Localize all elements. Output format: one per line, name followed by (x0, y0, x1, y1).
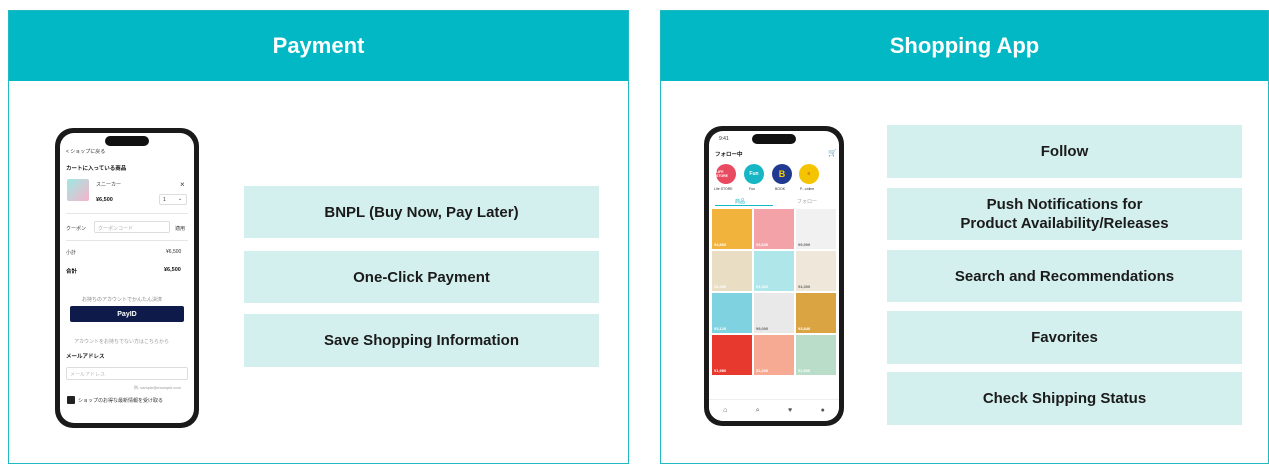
divider (66, 213, 188, 214)
back-link[interactable]: < ショップに戻る (66, 148, 105, 155)
subtotal-value: ¥6,500 (166, 249, 182, 255)
shopping-panel: Shopping App 9:41 フォロー中 🛒 LIFE STORE Fun… (660, 10, 1269, 464)
shopping-phone-screen: 9:41 フォロー中 🛒 LIFE STORE Fun B ≡ Life STO… (709, 131, 839, 421)
email-hint: 例: sample@example.com (134, 385, 181, 390)
store-caption: BOOK (775, 187, 786, 191)
item-price: ¥6,500 (96, 197, 113, 203)
store-avatar-book[interactable]: B (772, 164, 792, 184)
feature-favorites: Favorites (887, 311, 1242, 364)
subtotal-label: 小計 (66, 250, 77, 256)
divider (66, 240, 188, 241)
checkbox-label: ショップのお得な最新情報を受け取る (78, 398, 164, 404)
payment-phone-screen: < ショップに戻る カートに入っている商品 スニーカー × ¥6,500 1 ⌄… (60, 133, 194, 423)
email-label: メールアドレス (66, 354, 105, 360)
payid-caption: お持ちのアカウントでかんたん決済 (82, 297, 163, 303)
payment-phone-mockup: < ショップに戻る カートに入っている商品 スニーカー × ¥6,500 1 ⌄… (55, 128, 199, 428)
phone-notch (752, 134, 796, 144)
store-avatar-online[interactable]: ≡ (799, 164, 819, 184)
product-tile[interactable]: ¥3,620 (754, 209, 794, 249)
coupon-apply-button[interactable]: 適用 (175, 225, 185, 232)
payment-panel: Payment < ショップに戻る カートに入っている商品 スニーカー × ¥6… (8, 10, 629, 464)
product-tile[interactable]: ¥4,800 (712, 209, 752, 249)
remove-icon[interactable]: × (180, 180, 185, 189)
search-icon[interactable]: ⌕ (756, 407, 760, 415)
phone-notch (105, 136, 149, 146)
feature-one-click-payment: One-Click Payment (244, 251, 599, 303)
store-caption: Life STORE (714, 187, 733, 191)
product-tile[interactable]: ¥3,120 (712, 293, 752, 333)
feature-search-recommendations: Search and Recommendations (887, 250, 1242, 302)
coupon-placeholder: クーポンコード (98, 226, 134, 232)
product-tile[interactable]: ¥1,500 (796, 335, 836, 375)
following-header: フォロー中 (715, 152, 743, 158)
tab-products[interactable]: 商品 (735, 198, 745, 205)
store-avatar-fun[interactable]: Fun (744, 164, 764, 184)
payment-title: Payment (9, 11, 628, 81)
cart-title: カートに入っている商品 (66, 166, 127, 172)
product-tile[interactable]: ¥3,840 (796, 293, 836, 333)
feature-push-notifications: Push Notifications for Product Availabil… (887, 188, 1242, 240)
shopping-phone-mockup: 9:41 フォロー中 🛒 LIFE STORE Fun B ≡ Life STO… (704, 126, 844, 426)
store-caption: P...online (800, 187, 815, 191)
bottom-tab-bar: ⌂ ⌕ ♥ ● (709, 399, 839, 421)
coupon-label: クーポン (66, 226, 87, 232)
item-name: スニーカー (96, 182, 122, 188)
product-image (67, 179, 89, 201)
shopping-title: Shopping App (661, 11, 1268, 81)
chevron-down-icon: ⌄ (178, 196, 183, 202)
feature-save-shopping-info: Save Shopping Information (244, 314, 599, 367)
product-grid: ¥4,800 ¥3,620 ¥9,900 ¥4,200 ¥1,520 ¥4,30… (712, 209, 836, 375)
email-placeholder: メールアドレス (70, 372, 106, 378)
quantity-value: 1 (163, 197, 166, 203)
tab-following[interactable]: フォロー (797, 198, 817, 205)
feature-bnpl: BNPL (Buy Now, Pay Later) (244, 186, 599, 238)
feature-check-shipping-status: Check Shipping Status (887, 372, 1242, 425)
heart-icon[interactable]: ♥ (788, 407, 792, 414)
product-tile[interactable]: ¥1,520 (754, 251, 794, 291)
cart-icon[interactable]: 🛒 (828, 149, 837, 157)
user-icon[interactable]: ● (821, 407, 825, 414)
payid-label: PayID (117, 310, 137, 318)
product-tile[interactable]: ¥4,200 (712, 251, 752, 291)
product-tile[interactable]: ¥4,300 (796, 251, 836, 291)
home-icon[interactable]: ⌂ (723, 407, 727, 414)
product-tile[interactable]: ¥2,200 (754, 335, 794, 375)
checkbox[interactable] (67, 396, 75, 404)
status-time: 9:41 (719, 136, 729, 142)
divider-text: アカウントをお持ちでない方はこちらから (74, 339, 170, 345)
product-tile[interactable]: ¥9,900 (796, 209, 836, 249)
feature-follow: Follow (887, 125, 1242, 178)
payid-button[interactable]: PayID (70, 306, 184, 322)
total-value: ¥6,500 (164, 267, 181, 273)
tab-indicator (715, 205, 773, 206)
store-caption: Fun (749, 187, 756, 191)
total-label: 合計 (66, 269, 78, 275)
product-tile[interactable]: ¥9,000 (754, 293, 794, 333)
product-tile[interactable]: ¥1,980 (712, 335, 752, 375)
store-avatar-life[interactable]: LIFE STORE (716, 164, 736, 184)
